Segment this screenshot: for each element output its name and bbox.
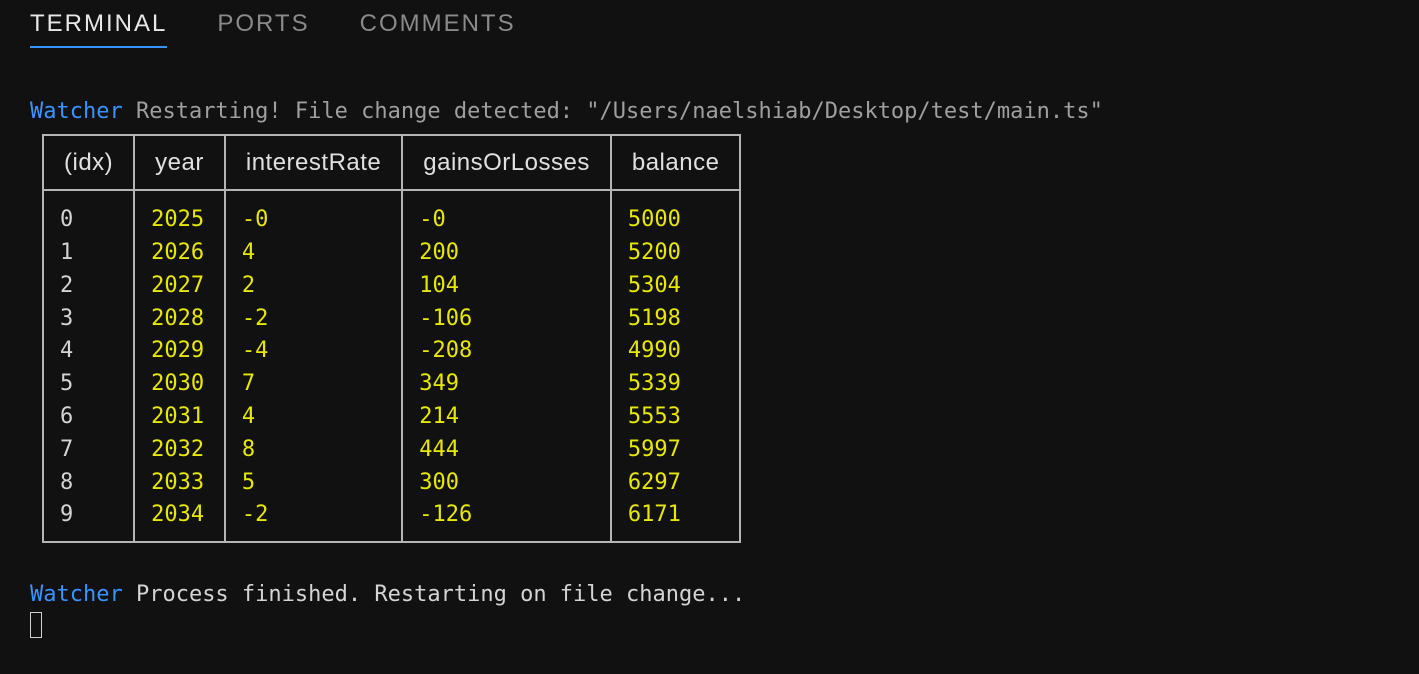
cell-balance: 5553 <box>611 401 741 434</box>
cell-balance: 5339 <box>611 368 741 401</box>
watcher-prefix: Watcher <box>30 99 123 124</box>
col-year: year <box>134 135 225 191</box>
cell-year: 2027 <box>134 270 225 303</box>
cell-idx: 9 <box>43 499 134 542</box>
cell-interest-rate: 2 <box>225 270 402 303</box>
cell-idx: 2 <box>43 270 134 303</box>
table-row: 7203284445997 <box>43 434 740 467</box>
cell-interest-rate: -2 <box>225 303 402 336</box>
cell-gains-or-losses: 214 <box>402 401 611 434</box>
cell-idx: 6 <box>43 401 134 434</box>
cell-year: 2029 <box>134 335 225 368</box>
cell-idx: 5 <box>43 368 134 401</box>
cell-year: 2031 <box>134 401 225 434</box>
cell-balance: 5304 <box>611 270 741 303</box>
col-gains-or-losses: gainsOrLosses <box>402 135 611 191</box>
cell-gains-or-losses: 444 <box>402 434 611 467</box>
table-row: 1202642005200 <box>43 237 740 270</box>
cell-year: 2028 <box>134 303 225 336</box>
cell-idx: 8 <box>43 467 134 500</box>
cell-interest-rate: -4 <box>225 335 402 368</box>
table-row: 32028-2-1065198 <box>43 303 740 336</box>
col-interest-rate: interestRate <box>225 135 402 191</box>
watcher-message: Restarting! File change detected: "/User… <box>123 99 1103 124</box>
cell-gains-or-losses: -208 <box>402 335 611 368</box>
output-table: (idx) year interestRate gainsOrLosses ba… <box>42 134 741 544</box>
cell-gains-or-losses: -0 <box>402 190 611 237</box>
cell-idx: 7 <box>43 434 134 467</box>
table-row: 02025-0-05000 <box>43 190 740 237</box>
cell-interest-rate: -2 <box>225 499 402 542</box>
cell-gains-or-losses: 200 <box>402 237 611 270</box>
cell-gains-or-losses: 349 <box>402 368 611 401</box>
table-row: 8203353006297 <box>43 467 740 500</box>
cell-year: 2025 <box>134 190 225 237</box>
tab-comments[interactable]: COMMENTS <box>360 10 516 48</box>
col-idx: (idx) <box>43 135 134 191</box>
cell-year: 2034 <box>134 499 225 542</box>
col-balance: balance <box>611 135 741 191</box>
cell-balance: 5198 <box>611 303 741 336</box>
cell-interest-rate: 4 <box>225 237 402 270</box>
tab-terminal[interactable]: TERMINAL <box>30 10 167 48</box>
cell-idx: 3 <box>43 303 134 336</box>
cell-balance: 6171 <box>611 499 741 542</box>
log-line-1: Watcher Restarting! File change detected… <box>30 99 1103 124</box>
table-row: 2202721045304 <box>43 270 740 303</box>
cell-balance: 5997 <box>611 434 741 467</box>
cell-interest-rate: 4 <box>225 401 402 434</box>
cell-interest-rate: 7 <box>225 368 402 401</box>
cell-year: 2032 <box>134 434 225 467</box>
cursor-icon <box>30 612 42 638</box>
cell-idx: 4 <box>43 335 134 368</box>
cell-balance: 5200 <box>611 237 741 270</box>
cell-year: 2026 <box>134 237 225 270</box>
cell-interest-rate: 5 <box>225 467 402 500</box>
table-row: 42029-4-2084990 <box>43 335 740 368</box>
cell-interest-rate: 8 <box>225 434 402 467</box>
cell-idx: 1 <box>43 237 134 270</box>
cell-gains-or-losses: 300 <box>402 467 611 500</box>
terminal-output[interactable]: Watcher Restarting! File change detected… <box>0 48 1419 642</box>
cell-idx: 0 <box>43 190 134 237</box>
table-body: 02025-0-05000120264200520022027210453043… <box>43 190 740 542</box>
cell-gains-or-losses: 104 <box>402 270 611 303</box>
cell-gains-or-losses: -126 <box>402 499 611 542</box>
cell-year: 2030 <box>134 368 225 401</box>
cell-gains-or-losses: -106 <box>402 303 611 336</box>
cell-interest-rate: -0 <box>225 190 402 237</box>
table-row: 92034-2-1266171 <box>43 499 740 542</box>
cell-balance: 4990 <box>611 335 741 368</box>
cell-balance: 6297 <box>611 467 741 500</box>
panel-tabs: TERMINAL PORTS COMMENTS <box>0 0 1419 48</box>
table-row: 5203073495339 <box>43 368 740 401</box>
cell-balance: 5000 <box>611 190 741 237</box>
watcher-prefix: Watcher <box>30 582 123 607</box>
table-row: 6203142145553 <box>43 401 740 434</box>
tab-ports[interactable]: PORTS <box>217 10 309 48</box>
watcher-message: Process finished. Restarting on file cha… <box>123 582 746 607</box>
log-line-2: Watcher Process finished. Restarting on … <box>30 582 745 607</box>
cell-year: 2033 <box>134 467 225 500</box>
table-header-row: (idx) year interestRate gainsOrLosses ba… <box>43 135 740 191</box>
